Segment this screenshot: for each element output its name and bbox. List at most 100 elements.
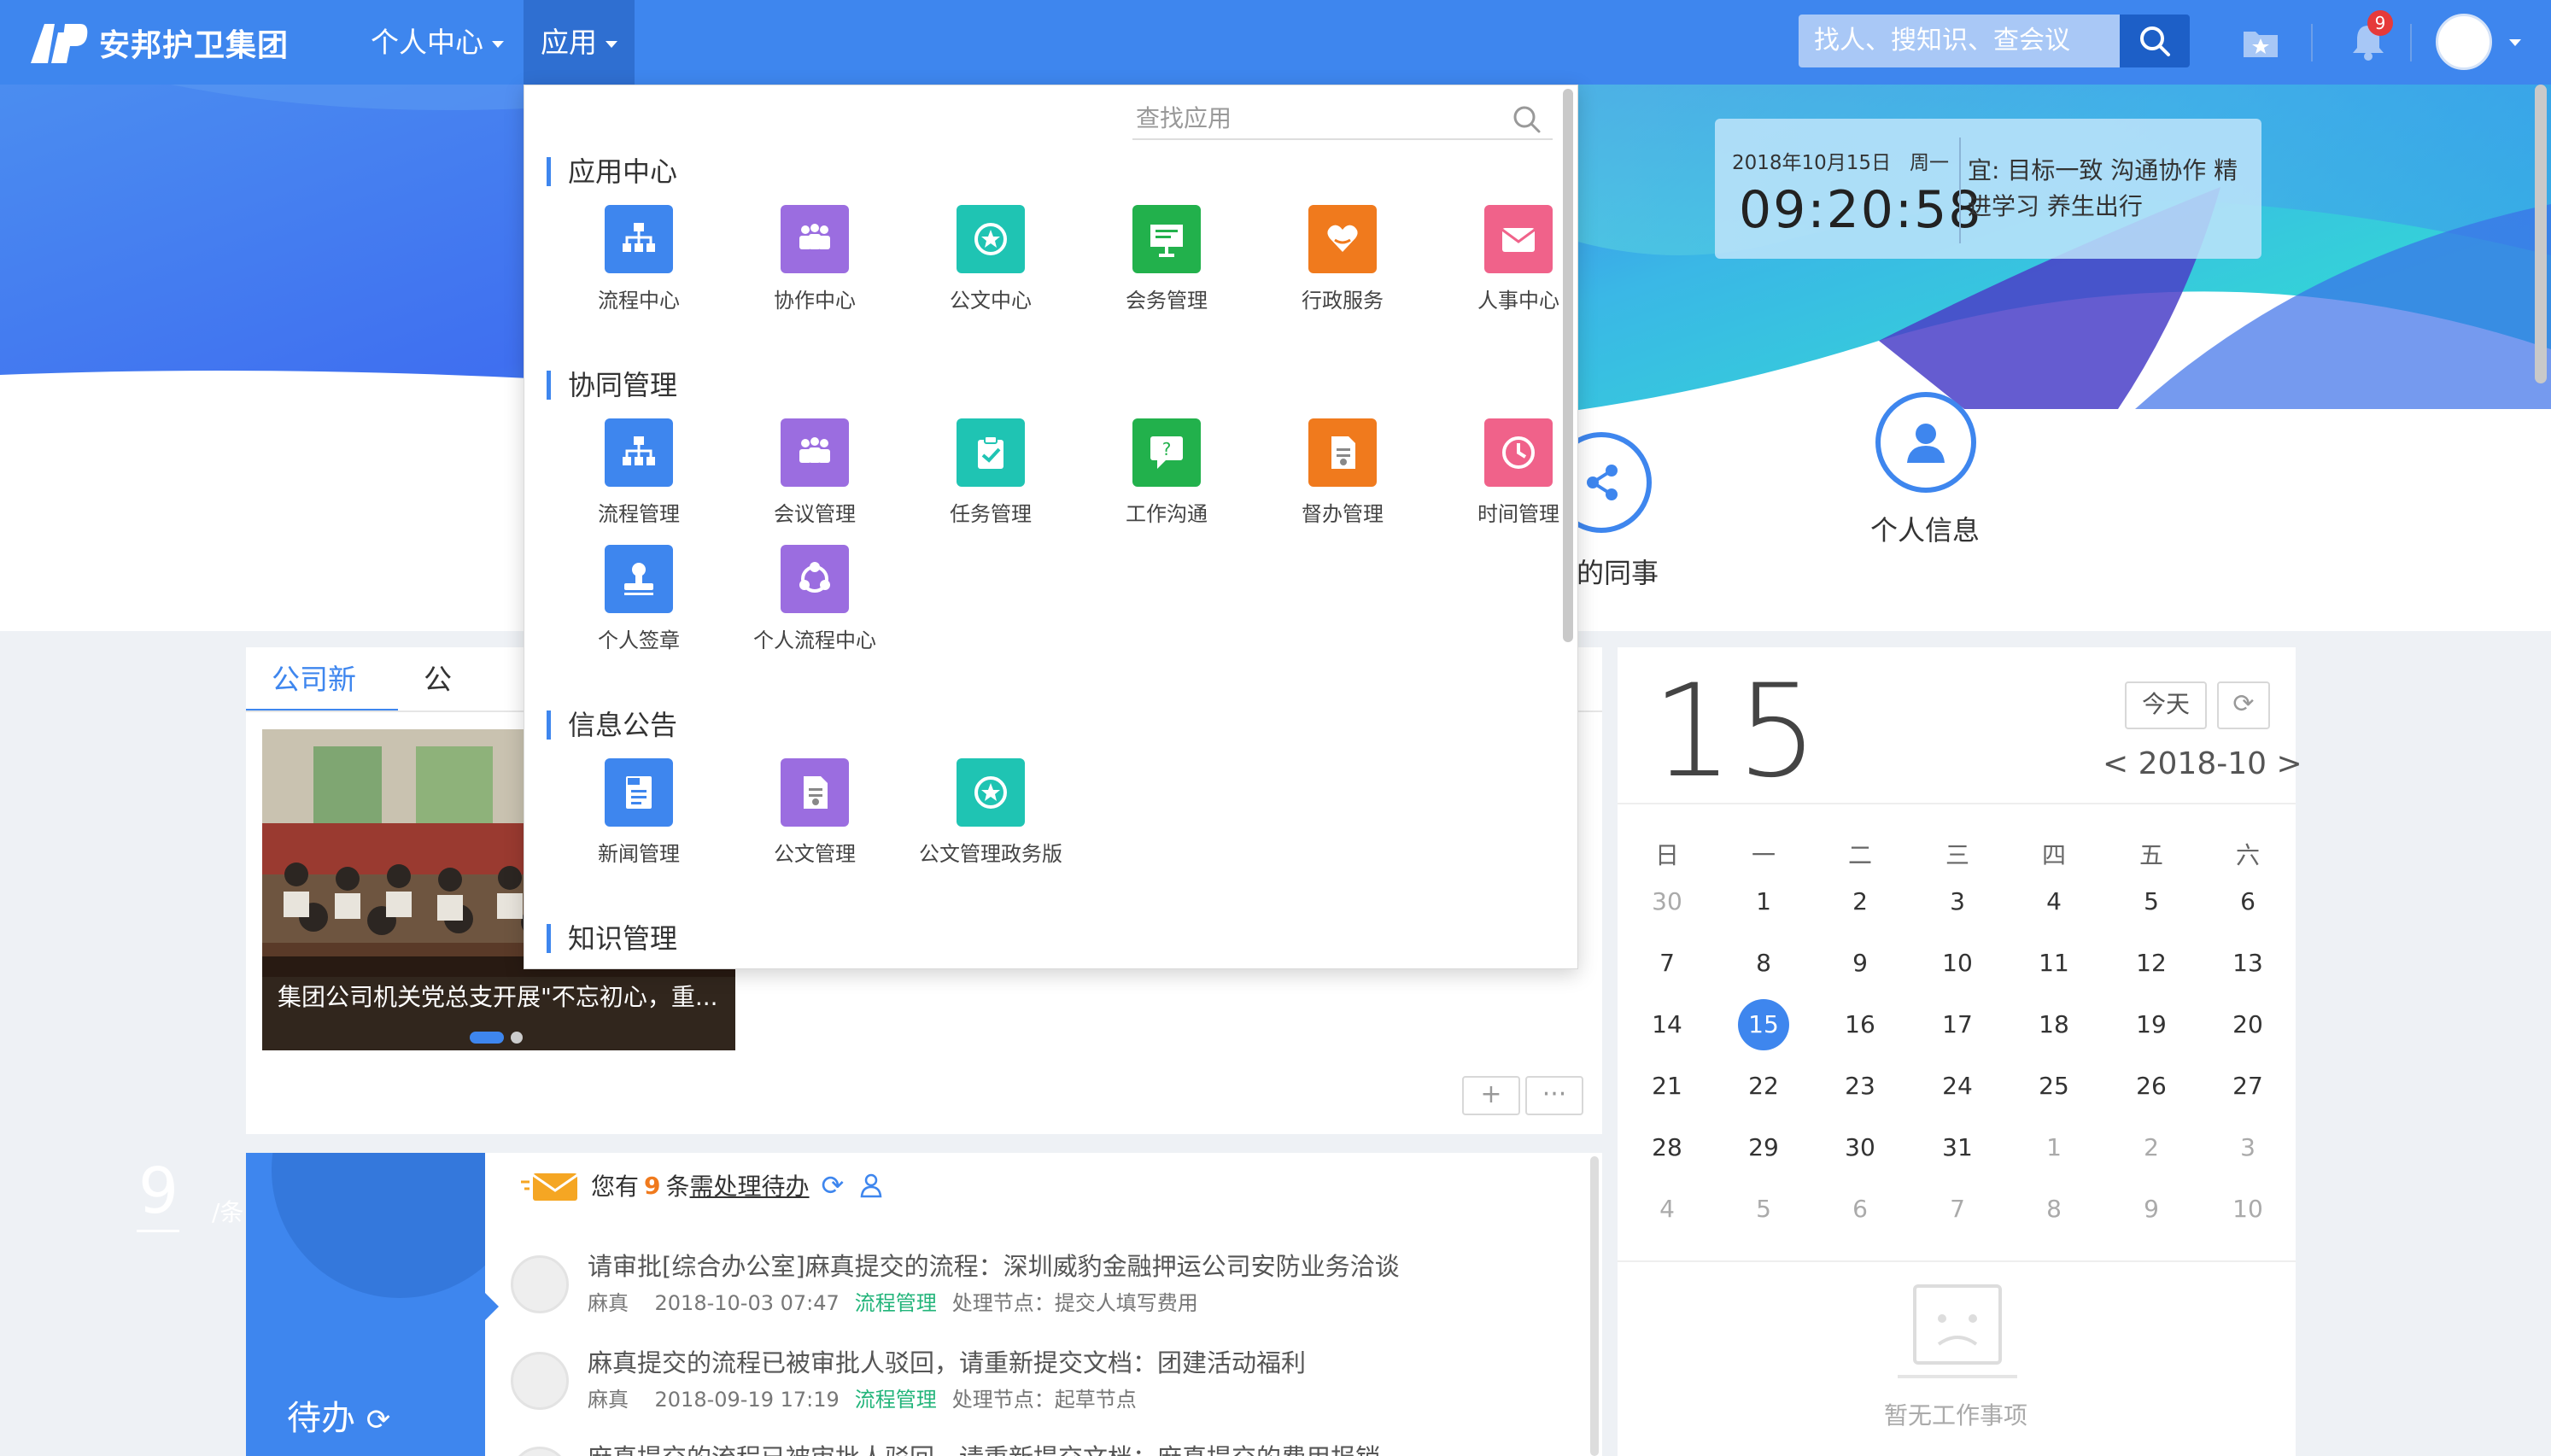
refresh-icon[interactable]: ⟳: [366, 1403, 391, 1437]
calendar-day[interactable]: 22: [1738, 1061, 1789, 1112]
calendar-day[interactable]: 3: [1932, 876, 1983, 927]
calendar-day[interactable]: 20: [2222, 999, 2273, 1050]
calendar-month-switcher[interactable]: < 2018-10 >: [2103, 746, 2302, 781]
calendar-day[interactable]: 4: [2028, 876, 2080, 927]
avatar: [511, 1255, 569, 1313]
calendar-day[interactable]: 19: [2126, 999, 2177, 1050]
user-avatar[interactable]: [2436, 14, 2492, 70]
calendar-day[interactable]: 11: [2028, 938, 2080, 989]
calendar-day[interactable]: 7: [1641, 938, 1693, 989]
app-tile[interactable]: 个人流程中心: [738, 545, 892, 653]
todo-pointer: [483, 1291, 499, 1322]
app-tile[interactable]: 人事中心: [1442, 205, 1577, 313]
calendar-day[interactable]: 9: [1834, 938, 1886, 989]
calendar-day[interactable]: 28: [1641, 1122, 1693, 1173]
page-scrollbar[interactable]: [2535, 85, 2547, 383]
app-tile[interactable]: 公文管理: [738, 758, 892, 867]
calendar-day[interactable]: 29: [1738, 1122, 1789, 1173]
calendar-day[interactable]: 24: [1932, 1061, 1983, 1112]
calendar-day[interactable]: 2: [1834, 876, 1886, 927]
calendar-weekday: 二: [1847, 841, 1872, 869]
todo-item[interactable]: 麻真提交的流程已被审批人驳回，请重新提交文档：团建活动福利 麻真 2018-09…: [511, 1343, 1595, 1429]
personal-info-button[interactable]: [1875, 392, 1976, 493]
global-search-input[interactable]: 找人、搜知识、查会议: [1799, 15, 2120, 67]
chevron-down-icon[interactable]: [2509, 39, 2521, 46]
calendar-day[interactable]: 1: [1738, 876, 1789, 927]
app-tile[interactable]: 会议管理: [738, 418, 892, 527]
search-button[interactable]: [2120, 15, 2190, 67]
calendar-day[interactable]: 26: [2126, 1061, 2177, 1112]
calendar-day[interactable]: 5: [2126, 876, 2177, 927]
calendar-day[interactable]: 16: [1834, 999, 1886, 1050]
calendar-day[interactable]: 30: [1641, 876, 1693, 927]
calendar-day[interactable]: 3: [2222, 1122, 2273, 1173]
more-button[interactable]: ···: [1525, 1076, 1583, 1115]
todo-item-title[interactable]: 麻真提交的流程已被审批人驳回，请重新提交文档：麻真提交的费用报销: [588, 1438, 1380, 1456]
app-tile[interactable]: 个人签章: [562, 545, 716, 653]
app-search-input[interactable]: 查找应用: [1132, 97, 1553, 140]
user-icon[interactable]: [859, 1172, 883, 1198]
todo-scrollbar[interactable]: [1590, 1156, 1599, 1456]
refresh-icon[interactable]: ⟳: [822, 1169, 845, 1202]
app-tile[interactable]: 流程管理: [562, 418, 716, 527]
todo-item[interactable]: 请审批[综合办公室]麻真提交的流程：深圳威豹金融押运公司安防业务洽谈 麻真 20…: [511, 1247, 1595, 1332]
calendar-day[interactable]: 23: [1834, 1061, 1886, 1112]
calendar-day[interactable]: 6: [1834, 1184, 1886, 1235]
refresh-icon: ⟳: [2232, 689, 2255, 719]
app-tile[interactable]: 督办管理: [1266, 418, 1419, 527]
calendar-day[interactable]: 1: [2028, 1122, 2080, 1173]
refresh-button[interactable]: ⟳: [2217, 681, 2270, 729]
calendar-day[interactable]: 14: [1641, 999, 1693, 1050]
calendar-day[interactable]: 8: [1738, 938, 1789, 989]
calendar-day[interactable]: 31: [1932, 1122, 1983, 1173]
calendar-day[interactable]: 25: [2028, 1061, 2080, 1112]
calendar-day[interactable]: 12: [2126, 938, 2177, 989]
add-button[interactable]: +: [1462, 1076, 1520, 1115]
app-tile[interactable]: 公文中心: [914, 205, 1068, 313]
todo-item[interactable]: 麻真提交的流程已被审批人驳回，请重新提交文档：麻真提交的费用报销: [511, 1438, 1595, 1456]
calendar-day[interactable]: 13: [2222, 938, 2273, 989]
brand-logo[interactable]: 安邦护卫集团: [29, 19, 289, 67]
today-button[interactable]: 今天: [2125, 681, 2207, 729]
favorites-button[interactable]: [2238, 19, 2284, 65]
nav-personal-center[interactable]: 个人中心: [354, 0, 521, 85]
app-tile[interactable]: 新闻管理: [562, 758, 716, 867]
todo-header-link[interactable]: 需处理待办: [690, 1168, 810, 1202]
calendar-day[interactable]: 17: [1932, 999, 1983, 1050]
dropdown-scrollbar[interactable]: [1563, 89, 1573, 642]
calendar-day[interactable]: 10: [1932, 938, 1983, 989]
carousel-dot[interactable]: [511, 1032, 523, 1044]
todo-item-title[interactable]: 麻真提交的流程已被审批人驳回，请重新提交文档：团建活动福利: [588, 1343, 1306, 1379]
app-tile[interactable]: 任务管理: [914, 418, 1068, 527]
tab-company-notice[interactable]: 公司公告: [398, 647, 477, 891]
app-tile[interactable]: 行政服务: [1266, 205, 1419, 313]
app-tile[interactable]: ? 工作沟通: [1090, 418, 1243, 527]
carousel-dot-active[interactable]: [470, 1032, 504, 1044]
search-icon[interactable]: [1510, 102, 1544, 137]
app-tile[interactable]: 公文管理政务版: [914, 758, 1068, 867]
app-tile[interactable]: 流程中心: [562, 205, 716, 313]
todo-item-title[interactable]: 请审批[综合办公室]麻真提交的流程：深圳威豹金融押运公司安防业务洽谈: [588, 1247, 1400, 1283]
calendar-day[interactable]: 6: [2222, 876, 2273, 927]
calendar-day[interactable]: 2: [2126, 1122, 2177, 1173]
calendar-day[interactable]: 5: [1738, 1184, 1789, 1235]
todo-item-module[interactable]: 流程管理: [855, 1388, 937, 1412]
calendar-day[interactable]: 30: [1834, 1122, 1886, 1173]
app-tile[interactable]: 协作中心: [738, 205, 892, 313]
tab-company-news[interactable]: 公司新闻: [246, 647, 398, 761]
calendar-day[interactable]: 21: [1641, 1061, 1693, 1112]
calendar-day[interactable]: 4: [1641, 1184, 1693, 1235]
calendar-day[interactable]: 10: [2222, 1184, 2273, 1235]
calendar-day[interactable]: 9: [2126, 1184, 2177, 1235]
todo-item-module[interactable]: 流程管理: [855, 1291, 937, 1315]
calendar-day[interactable]: 7: [1932, 1184, 1983, 1235]
app-tile-label: 公文管理政务版: [919, 842, 1062, 866]
calendar-day[interactable]: 18: [2028, 999, 2080, 1050]
nav-apps[interactable]: 应用: [524, 0, 635, 85]
calendar-day-today[interactable]: 15: [1738, 999, 1789, 1050]
todo-label[interactable]: 待办 ⟳: [287, 1390, 390, 1440]
app-tile[interactable]: 时间管理: [1442, 418, 1577, 527]
calendar-day[interactable]: 27: [2222, 1061, 2273, 1112]
app-tile[interactable]: 会务管理: [1090, 205, 1243, 313]
calendar-day[interactable]: 8: [2028, 1184, 2080, 1235]
